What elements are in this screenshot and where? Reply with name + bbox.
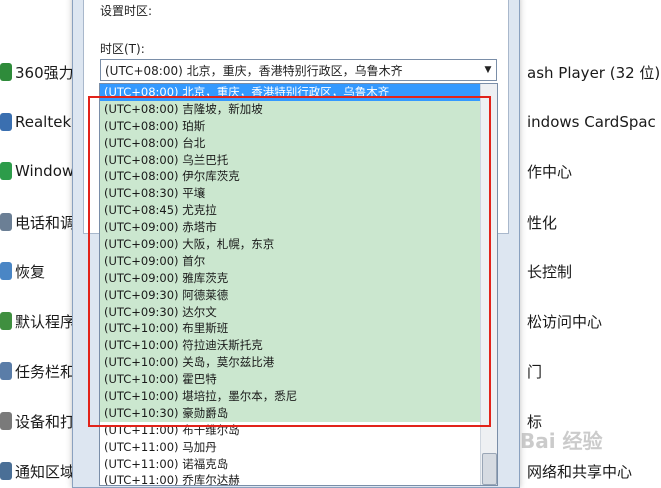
control-panel-item[interactable]: 360强力 <box>0 60 74 84</box>
control-panel-item[interactable]: Realtek <box>0 110 71 134</box>
scrollbar-thumb[interactable] <box>482 453 497 485</box>
control-panel-item-label: Window <box>15 162 75 180</box>
timezone-options: (UTC+08:00) 北京，重庆，香港特别行政区，乌鲁木齐 (UTC+08:00… <box>100 84 497 485</box>
control-panel-item[interactable]: ash Player (32 位) <box>527 60 660 84</box>
timezone-dropdown-list[interactable]: (UTC+08:00) 北京，重庆，香港特别行政区，乌鲁木齐 (UTC+08:00… <box>99 83 498 486</box>
control-panel-item[interactable]: 松访问中心 <box>527 309 602 333</box>
control-panel-item-label: 松访问中心 <box>527 312 603 331</box>
control-panel-left-column: 360强力 Realtek Window 电话和调 恢复 默认程序 任务栏和 设备和打 通知区域… <box>0 0 105 486</box>
timezone-option[interactable]: (UTC+11:00) 乔库尔达赫 <box>100 472 497 485</box>
control-panel-item[interactable]: 默认程序 <box>0 309 75 333</box>
timezone-option[interactable]: (UTC+10:00) 霍巴特 <box>100 371 497 389</box>
phone-icon <box>0 213 12 231</box>
control-panel-item-label: 默认程序 <box>15 312 76 331</box>
control-panel-item[interactable]: 网络和共享中心 <box>527 459 632 483</box>
control-panel-item[interactable]: 电话和调 <box>0 210 75 234</box>
control-panel-item-label: 任务栏和 <box>15 362 76 381</box>
timezone-option[interactable]: (UTC+11:00) 马加丹 <box>100 439 497 456</box>
control-panel-item[interactable]: 设备和打 <box>0 409 75 433</box>
timezone-option[interactable]: (UTC+09:00) 首尔 <box>100 252 497 270</box>
control-panel-item-label: 恢复 <box>15 262 46 281</box>
control-panel-item-label: 360强力 <box>15 63 74 82</box>
watermark-logo: Bai 经验 <box>520 429 603 453</box>
control-panel-item-label: indows CardSpac <box>527 113 656 131</box>
timezone-option[interactable]: (UTC+10:00) 关岛，莫尔兹比港 <box>100 354 497 372</box>
timezone-field-label: 时区(T): <box>100 42 145 56</box>
timezone-option[interactable]: (UTC+11:00) 布干维尔岛 <box>100 422 497 439</box>
timezone-option[interactable]: (UTC+09:00) 雅库茨克 <box>100 269 497 287</box>
timezone-option[interactable]: (UTC+10:00) 堪培拉，墨尔本，悉尼 <box>100 388 497 405</box>
timezone-option[interactable]: (UTC+08:00) 北京，重庆，香港特别行政区，乌鲁木齐 <box>100 84 497 101</box>
control-panel-right-column: ash Player (32 位) indows CardSpac 作中心性化长控制… <box>515 0 661 486</box>
restore-icon <box>0 262 12 280</box>
control-panel-item[interactable]: 门 <box>527 359 542 383</box>
printer-icon <box>0 412 12 430</box>
control-panel-item-label: 网络和共享中心 <box>527 462 633 481</box>
timezone-option[interactable]: (UTC+08:30) 平壤 <box>100 185 497 203</box>
timezone-option[interactable]: (UTC+08:00) 伊尔库茨克 <box>100 168 497 186</box>
timezone-option[interactable]: (UTC+08:00) 乌兰巴托 <box>100 151 497 169</box>
timezone-option[interactable]: (UTC+08:45) 尤克拉 <box>100 202 497 220</box>
timezone-option[interactable]: (UTC+09:00) 赤塔市 <box>100 219 497 237</box>
timezone-option[interactable]: (UTC+09:00) 大阪，札幌，东京 <box>100 236 497 253</box>
chevron-down-icon[interactable]: ▼ <box>480 65 496 75</box>
timezone-option[interactable]: (UTC+10:00) 符拉迪沃斯托克 <box>100 337 497 355</box>
control-panel-item-label: 作中心 <box>527 162 573 181</box>
timezone-option[interactable]: (UTC+10:30) 豪勋爵岛 <box>100 404 497 422</box>
control-panel-item-label: Realtek <box>15 113 72 131</box>
control-panel-item[interactable]: 任务栏和 <box>0 359 75 383</box>
timezone-option[interactable]: (UTC+08:00) 珀斯 <box>100 117 497 135</box>
control-panel-item[interactable]: 性化 <box>527 210 557 234</box>
taskbar-icon <box>0 362 12 380</box>
timezone-combobox[interactable]: (UTC+08:00) 北京，重庆，香港特别行政区，乌鲁木齐 ▼ <box>100 59 497 81</box>
control-panel-item[interactable]: 作中心 <box>527 159 572 183</box>
control-panel-item[interactable]: indows CardSpac <box>527 110 656 134</box>
timezone-option[interactable]: (UTC+10:00) 布里斯班 <box>100 320 497 338</box>
timezone-option[interactable]: (UTC+11:00) 诺福克岛 <box>100 456 497 473</box>
control-panel-item[interactable]: 长控制 <box>527 259 572 283</box>
timezone-option[interactable]: (UTC+09:30) 阿德莱德 <box>100 286 497 304</box>
control-panel-item[interactable]: Window <box>0 159 74 183</box>
control-panel-item-label: 门 <box>527 362 543 381</box>
set-timezone-heading: 设置时区: <box>100 4 153 18</box>
shield-icon <box>0 63 12 81</box>
timezone-option[interactable]: (UTC+08:00) 台北 <box>100 134 497 152</box>
timezone-option[interactable]: (UTC+09:30) 达尔文 <box>100 303 497 321</box>
dropdown-scrollbar[interactable] <box>480 84 497 485</box>
control-panel-item-label: 性化 <box>527 213 558 232</box>
timezone-option[interactable]: (UTC+08:00) 吉隆坡，新加坡 <box>100 100 497 118</box>
default-programs-icon <box>0 312 12 330</box>
control-panel-item-label: ash Player (32 位) <box>527 63 661 82</box>
speaker-icon <box>0 113 12 131</box>
timezone-combobox-value: (UTC+08:00) 北京，重庆，香港特别行政区，乌鲁木齐 <box>105 63 403 78</box>
control-panel-item-label: 电话和调 <box>15 213 76 232</box>
control-panel-item-label: 设备和打 <box>15 412 76 431</box>
control-panel-item-label: 长控制 <box>527 262 573 281</box>
windows-icon <box>0 162 12 180</box>
control-panel-item[interactable]: 恢复 <box>0 259 45 283</box>
notification-icon <box>0 462 12 480</box>
